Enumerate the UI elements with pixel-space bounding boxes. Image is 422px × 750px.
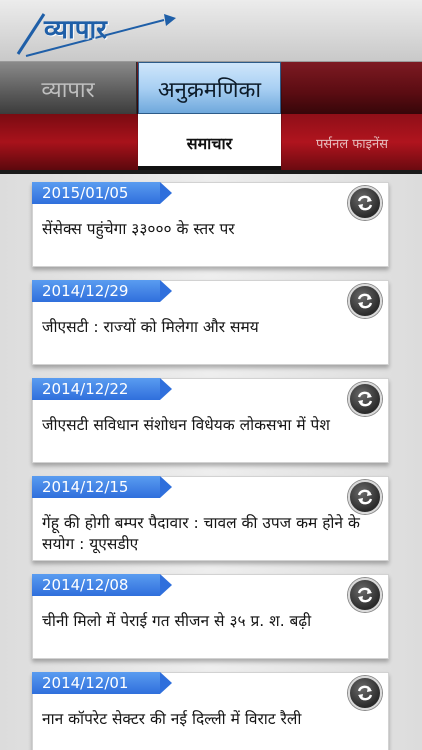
refresh-icon	[357, 489, 373, 505]
date-badge: 2014/12/01	[32, 672, 172, 694]
refresh-button[interactable]	[348, 284, 382, 318]
news-headline[interactable]: चीनी मिलो में पेराई गत सीजन से ३५ प्र. श…	[42, 611, 380, 632]
news-list[interactable]: 2015/01/05 सेंसेक्स पहुंचेगा ३३००० के स्…	[0, 174, 422, 750]
date-badge: 2014/12/15	[32, 476, 172, 498]
news-headline[interactable]: नान कॉपरेट सेक्टर की नई दिल्ली में विराट…	[42, 709, 380, 730]
date-badge: 2014/12/08	[32, 574, 172, 596]
news-headline[interactable]: जीएसटी सविधान संशोधन विधेयक लोकसभा में प…	[42, 415, 380, 436]
refresh-button[interactable]	[348, 186, 382, 220]
subtab-personal-finance[interactable]: पर्सनल फाइनेंस	[282, 114, 422, 170]
date-badge: 2014/12/22	[32, 378, 172, 400]
main-tab-bar: व्यापार अनुक्रमणिका	[0, 62, 422, 114]
subtab-news[interactable]: समाचार	[138, 114, 281, 170]
refresh-icon	[357, 391, 373, 407]
refresh-button[interactable]	[348, 578, 382, 612]
tab-empty	[282, 62, 422, 114]
refresh-icon	[357, 587, 373, 603]
app-header: व्यापार	[0, 0, 422, 62]
news-card[interactable]: 2014/12/01 नान कॉपरेट सेक्टर की नई दिल्ल…	[32, 672, 389, 750]
news-card[interactable]: 2014/12/15 गेंहू की होगी बम्पर पैदावार :…	[32, 476, 389, 561]
tab-index-label: अनुक्रमणिका	[157, 78, 262, 103]
refresh-icon	[357, 195, 373, 211]
tab-vyapar[interactable]: व्यापार	[0, 62, 137, 114]
refresh-icon	[357, 685, 373, 701]
tab-index[interactable]: अनुक्रमणिका	[138, 62, 281, 114]
tab-vyapar-label: व्यापार	[41, 78, 95, 103]
news-card[interactable]: 2014/12/22 जीएसटी सविधान संशोधन विधेयक ल…	[32, 378, 389, 463]
date-badge: 2014/12/29	[32, 280, 172, 302]
sub-tab-bar: समाचार पर्सनल फाइनेंस	[0, 114, 422, 170]
subtab-news-label: समाचार	[186, 134, 233, 153]
date-badge: 2015/01/05	[32, 182, 172, 204]
subtab-personal-finance-label: पर्सनल फाइनेंस	[315, 137, 389, 152]
subtab-empty	[0, 114, 137, 170]
app-logo: व्यापार	[14, 6, 180, 58]
refresh-icon	[357, 293, 373, 309]
news-headline[interactable]: जीएसटी : राज्यों को मिलेगा और समय	[42, 317, 380, 338]
news-card[interactable]: 2014/12/29 जीएसटी : राज्यों को मिलेगा और…	[32, 280, 389, 365]
news-card[interactable]: 2015/01/05 सेंसेक्स पहुंचेगा ३३००० के स्…	[32, 182, 389, 267]
logo-text: व्यापार	[44, 15, 107, 45]
refresh-button[interactable]	[348, 382, 382, 416]
news-headline[interactable]: सेंसेक्स पहुंचेगा ३३००० के स्तर पर	[42, 219, 380, 240]
refresh-button[interactable]	[348, 676, 382, 710]
news-card[interactable]: 2014/12/08 चीनी मिलो में पेराई गत सीजन स…	[32, 574, 389, 659]
news-headline[interactable]: गेंहू की होगी बम्पर पैदावार : चावल की उप…	[42, 513, 380, 555]
refresh-button[interactable]	[348, 480, 382, 514]
